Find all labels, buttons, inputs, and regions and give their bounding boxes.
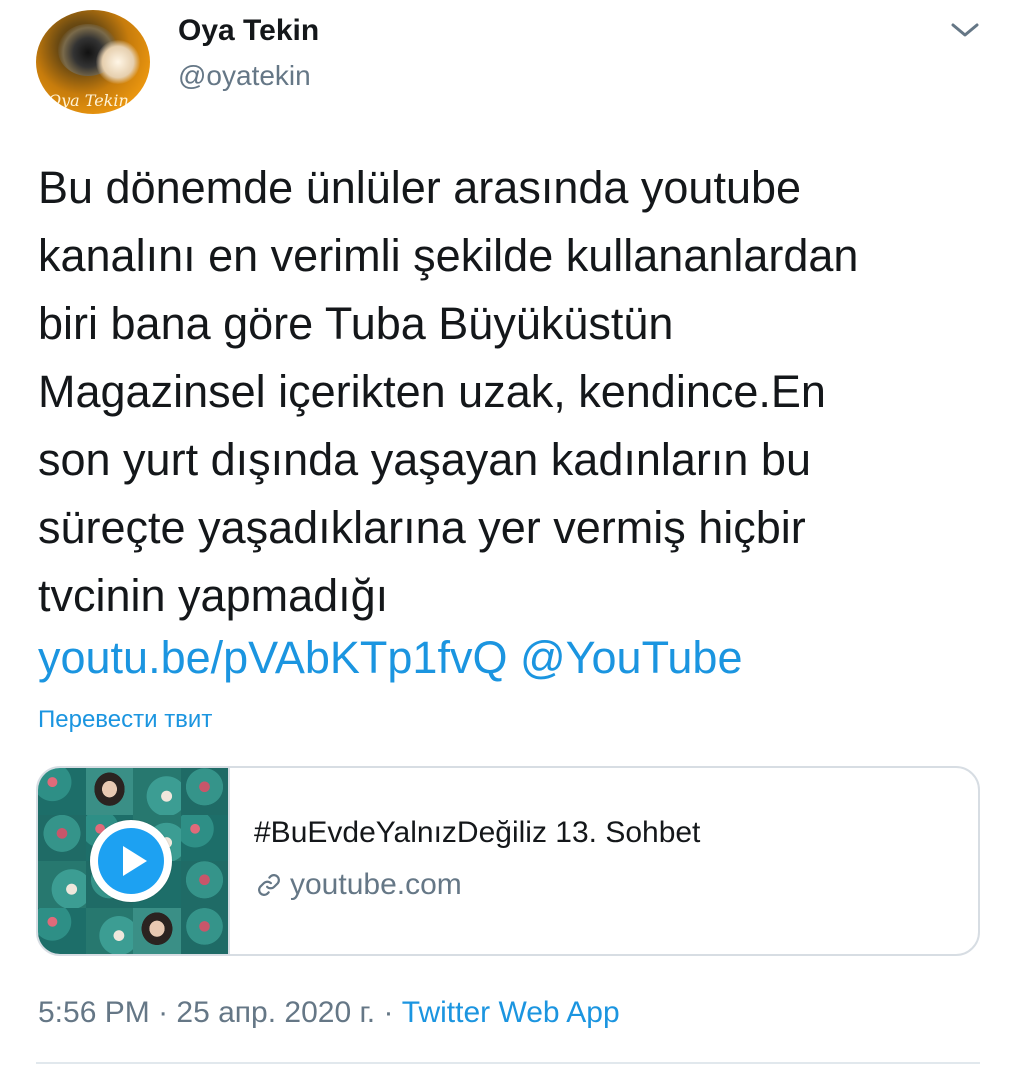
card-domain: youtube.com <box>254 868 462 902</box>
avatar[interactable]: Oya Tekin <box>36 10 150 114</box>
thumbnail-tile <box>180 861 228 908</box>
thumbnail-tile <box>180 907 228 954</box>
card-domain-text: youtube.com <box>290 868 462 901</box>
thumbnail-tile <box>38 814 86 861</box>
tweet-mention-link[interactable]: @YouTube <box>520 632 743 683</box>
thumbnail-tile <box>180 814 228 861</box>
thumbnail-tile <box>180 768 228 815</box>
tweet-date[interactable]: 25 апр. 2020 г. <box>176 996 375 1029</box>
link-icon <box>258 874 280 896</box>
author-name[interactable]: Oya Tekin <box>178 14 319 48</box>
tweet-time[interactable]: 5:56 PM <box>38 996 150 1029</box>
thumbnail-tile <box>85 907 133 954</box>
video-thumbnail[interactable] <box>38 768 230 954</box>
thumbnail-tile <box>85 768 133 815</box>
link-preview-card[interactable]: #BuEvdeYalnızDeğiliz 13. Sohbet youtube.… <box>36 766 980 956</box>
tweet-link-line: youtu.be/pVAbKTp1fvQ @YouTube <box>38 624 743 692</box>
tweet-text: Bu dönemde ünlüler arasında youtube kana… <box>38 162 859 621</box>
footer-separator: · <box>383 996 394 1029</box>
tweet-source-link[interactable]: Twitter Web App <box>402 996 620 1029</box>
play-icon-circle <box>98 828 164 894</box>
translate-tweet-link[interactable]: Перевести твит <box>38 706 212 734</box>
thumbnail-tile <box>133 768 181 815</box>
avatar-signature: Oya Tekin <box>48 91 129 110</box>
tweet-footer: 5:56 PM · 25 апр. 2020 г. · Twitter Web … <box>38 996 620 1030</box>
divider <box>36 1062 980 1064</box>
chevron-down-icon[interactable] <box>948 18 982 42</box>
thumbnail-tile <box>133 907 181 954</box>
tweet-url-link[interactable]: youtu.be/pVAbKTp1fvQ <box>38 632 507 683</box>
thumbnail-tile <box>38 861 86 908</box>
avatar-quill-graphic <box>96 40 140 84</box>
thumbnail-tile <box>38 768 86 815</box>
footer-separator: · <box>158 996 169 1029</box>
card-title[interactable]: #BuEvdeYalnızDeğiliz 13. Sohbet <box>254 816 700 850</box>
author-handle[interactable]: @oyatekin <box>178 60 311 92</box>
thumbnail-tile <box>38 907 86 954</box>
play-icon[interactable] <box>90 820 172 902</box>
